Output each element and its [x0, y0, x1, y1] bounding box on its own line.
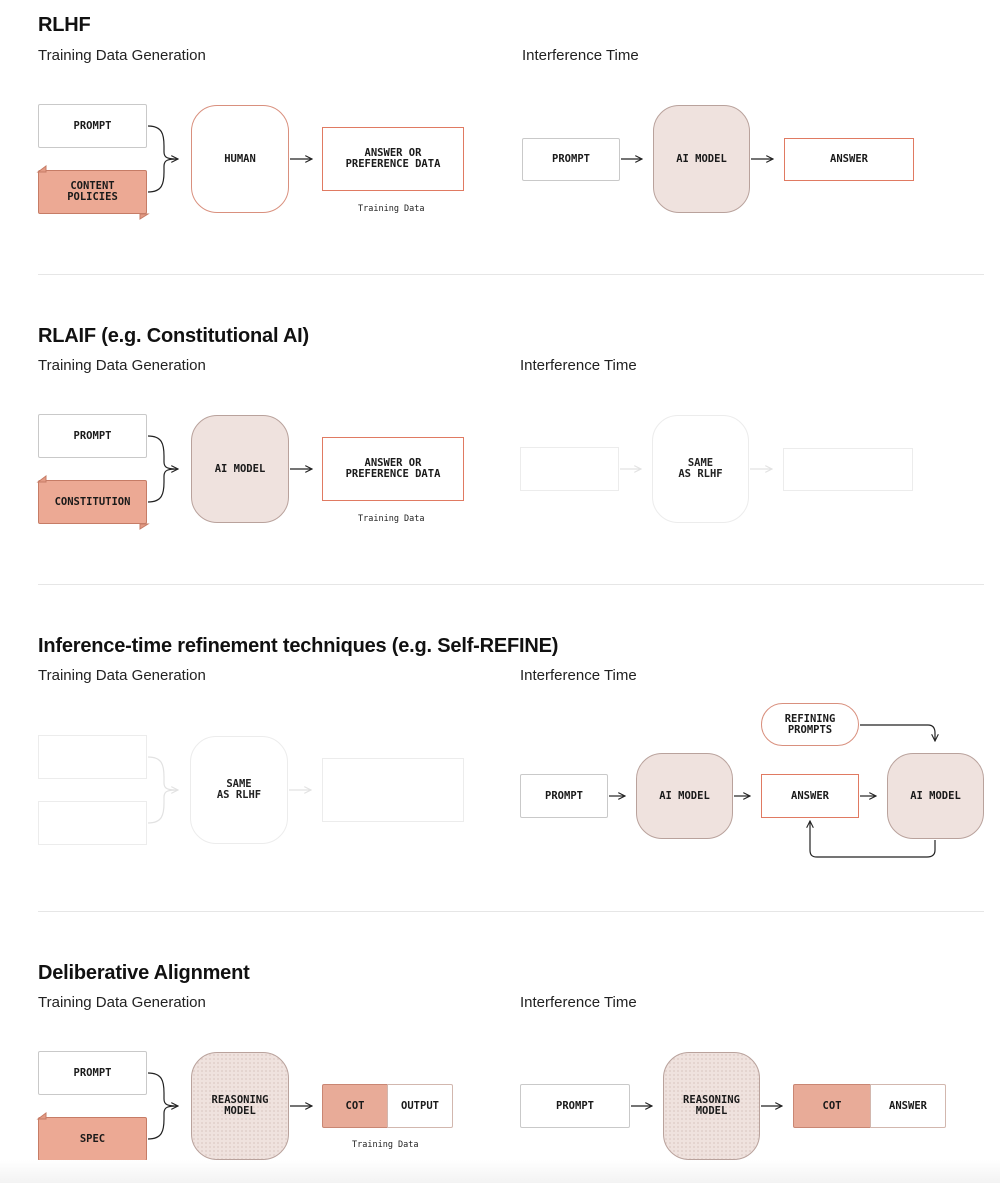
scroll-curl	[36, 165, 47, 173]
scroll-curl	[36, 1112, 47, 1120]
brace-connector	[147, 435, 178, 503]
feedback-loop-arrow	[810, 821, 936, 858]
brace-connector	[147, 1072, 178, 1140]
scroll-curl	[36, 475, 47, 483]
connector-layer	[36, 125, 1000, 1167]
bottom-fade	[0, 1160, 1000, 1183]
scroll-curl	[139, 523, 150, 530]
scroll-curl	[139, 213, 150, 220]
brace-connector	[147, 125, 178, 193]
faded-brace-connector	[147, 756, 178, 824]
refine-arrow	[860, 724, 935, 741]
